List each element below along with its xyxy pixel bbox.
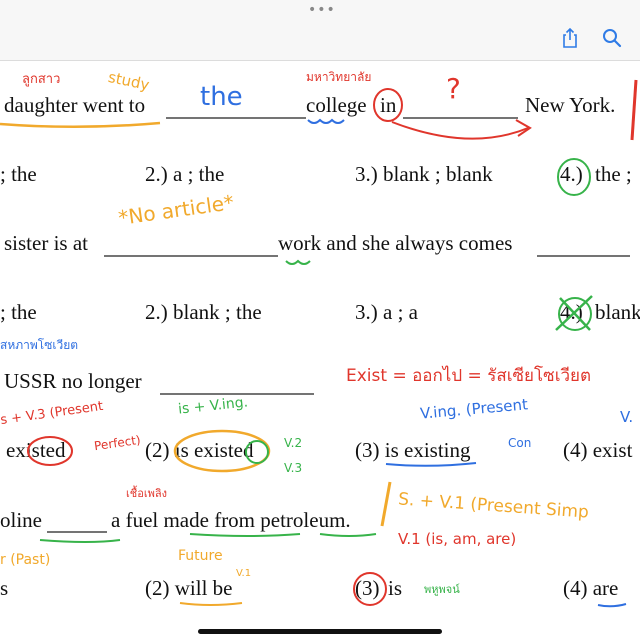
search-icon xyxy=(603,29,622,48)
q4-option-1: s xyxy=(0,576,9,600)
q4-text-b: a fuel made from petroleum. xyxy=(111,508,351,532)
q3-note-edge: V. xyxy=(620,408,634,426)
q4-option-3: is xyxy=(388,576,403,600)
q1-text-b: college xyxy=(306,93,367,117)
q4-note-thai: เชื้อเพลิง xyxy=(126,487,167,500)
q3-text-a: USSR no longer xyxy=(4,369,142,393)
q4-note-v1-is: V.1 (is, am, are) xyxy=(398,530,517,548)
q4-option-3-number: (3) xyxy=(355,576,380,600)
q3-option-3: (3) is existing xyxy=(355,438,471,462)
q2-option-1: ; the xyxy=(0,300,37,324)
q3-note-v3: V.3 xyxy=(284,461,303,475)
q4-note-v1-small: V.1 xyxy=(236,568,252,579)
q2-option-3: 3.) a ; a xyxy=(355,300,418,324)
q4-note-past: r (Past) xyxy=(0,552,51,568)
q4-note-plural: พหูพจน์ xyxy=(424,583,460,596)
q3-option-2: (2) is existed xyxy=(145,438,254,462)
q3-note-v2: V.2 xyxy=(284,436,303,450)
q3-note-exist: Exist = ออกไป = รัสเซียโซเวียต xyxy=(346,366,592,386)
q2-option-4: blank xyxy=(595,300,640,324)
home-indicator[interactable] xyxy=(198,629,442,634)
q3-note-present-perfect: s + V.3 (Present xyxy=(0,398,105,429)
handwriting-annotations xyxy=(0,79,638,608)
q2-text-a: sister is at xyxy=(4,231,88,255)
q1-note-study: study xyxy=(106,67,152,95)
worksheet-page: daughter went to college in New York. ; … xyxy=(0,60,640,640)
q1-text-a: daughter went to xyxy=(4,93,146,117)
more-dots[interactable]: ••• xyxy=(308,2,336,18)
q1-text-in: in xyxy=(380,93,397,117)
q2-option-4-number: 4.) xyxy=(560,300,583,324)
q1-option-1: ; the xyxy=(0,162,37,186)
q1-note-the: the xyxy=(200,82,243,112)
q1-note-university: มหาวิทยาลัย xyxy=(306,70,372,84)
search-button[interactable] xyxy=(600,26,624,50)
q4-option-4: (4) are xyxy=(563,576,619,600)
share-button[interactable] xyxy=(558,26,582,50)
q1-text-c: New York. xyxy=(525,93,616,117)
q3-note-con: Con xyxy=(508,436,532,450)
q3-note-perfect: Perfect) xyxy=(93,432,142,454)
q2-text-b: work and she always comes xyxy=(278,231,513,255)
q3-note-ving-present: V.ing. (Present xyxy=(419,395,529,423)
q4-note-future: Future xyxy=(178,548,223,564)
q1-option-4-number: 4.) xyxy=(560,162,583,186)
q4-text-a: oline xyxy=(0,508,42,532)
q1-option-2: 2.) a ; the xyxy=(145,162,225,186)
q1-note-daughter: ลูกสาว xyxy=(22,72,61,87)
q4-option-2: (2) will be xyxy=(145,576,233,600)
q3-option-4: (4) exist xyxy=(563,438,633,462)
q1-option-3: 3.) blank ; blank xyxy=(355,162,493,186)
q2-note-no-article: *No article* xyxy=(116,190,236,230)
q1-option-4: the ; xyxy=(595,162,632,186)
top-toolbar: ••• xyxy=(0,0,640,61)
share-icon xyxy=(563,27,577,48)
q1-note-question: ? xyxy=(446,72,461,105)
q3-note-thai: สหภาพโซเวียต xyxy=(0,338,79,352)
q3-note-is-ving: is + V.ing. xyxy=(177,394,249,418)
q4-note-present-simple: S. + V.1 (Present Simp xyxy=(397,489,590,523)
q3-option-1: existed xyxy=(6,438,66,462)
q2-option-2: 2.) blank ; the xyxy=(145,300,262,324)
